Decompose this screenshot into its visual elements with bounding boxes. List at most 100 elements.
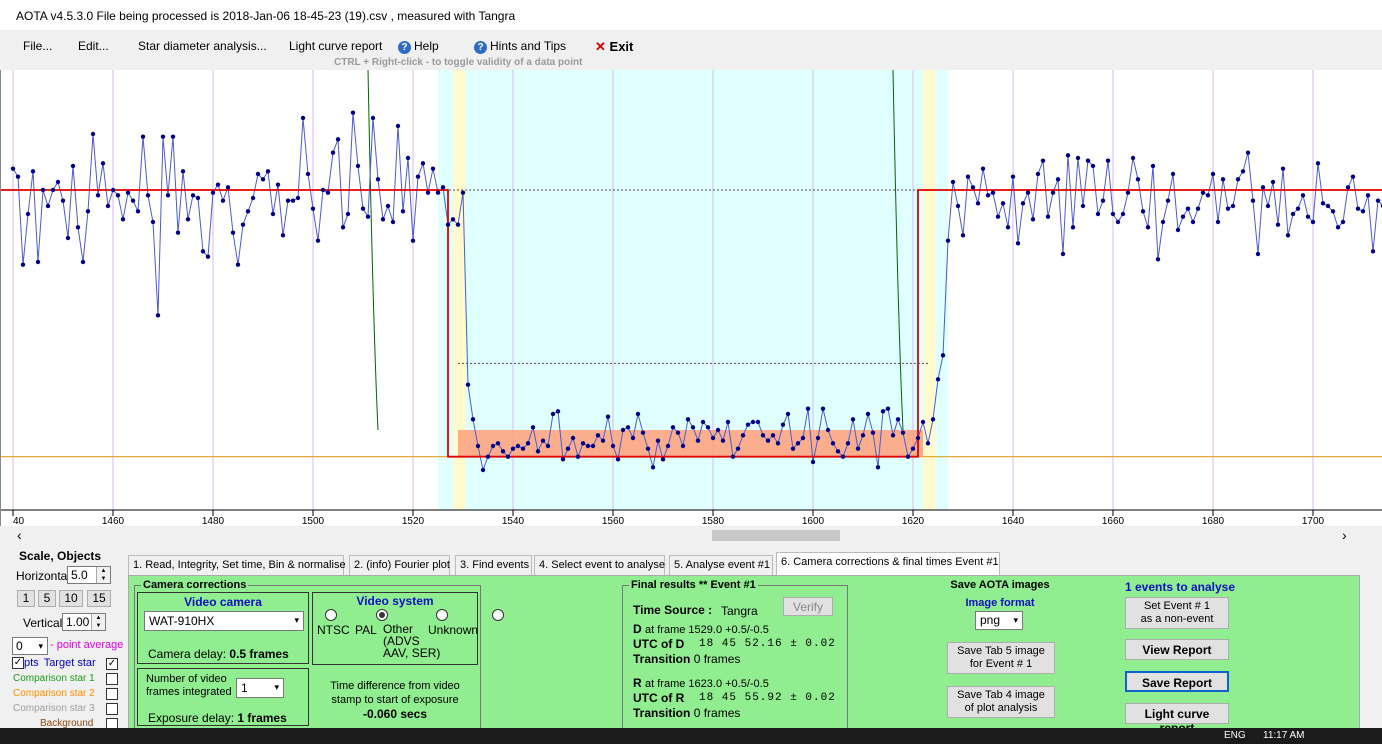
events-to-analyse-title: 1 events to analyse: [1124, 580, 1236, 594]
ntsc-label: NTSC: [317, 623, 350, 637]
view-report-button[interactable]: View Report: [1125, 639, 1229, 660]
scale-button-5[interactable]: 5: [38, 590, 56, 607]
point-average-select[interactable]: 0 ▾: [12, 637, 48, 655]
data-point: [990, 190, 996, 195]
data-point: [1285, 233, 1291, 238]
data-point: [1160, 219, 1166, 225]
tab-find-events[interactable]: 3. Find events: [455, 555, 532, 575]
data-point: [285, 198, 291, 203]
data-point: [45, 203, 51, 209]
verify-button[interactable]: Verify: [783, 597, 833, 616]
scroll-right-arrow-icon[interactable]: ›: [1342, 527, 1347, 543]
comparison-star-1-checkbox[interactable]: [106, 673, 118, 685]
data-point: [970, 185, 976, 190]
data-point: [375, 177, 381, 182]
scale-objects-title: Scale, Objects: [19, 549, 102, 563]
data-point: [355, 163, 361, 169]
data-point: [585, 443, 591, 449]
tab-camera-corrections[interactable]: 6. Camera corrections & final times Even…: [776, 552, 1000, 575]
menu-exit[interactable]: ✕ Exit: [595, 39, 633, 55]
data-point: [980, 166, 986, 171]
data-point: [145, 193, 151, 198]
scroll-thumb[interactable]: [712, 530, 840, 541]
data-point: [925, 441, 931, 446]
menu-hints[interactable]: ? Hints and Tips: [474, 39, 566, 54]
menu-edit[interactable]: Edit...: [78, 39, 109, 53]
unknown-radio[interactable]: [492, 609, 505, 621]
data-point: [595, 433, 601, 438]
data-point: [1270, 179, 1276, 185]
data-point: [950, 179, 956, 185]
menu-file[interactable]: File...: [23, 39, 52, 53]
comparison-star-3-checkbox[interactable]: [106, 703, 118, 715]
data-point: [1325, 203, 1331, 209]
clock[interactable]: 11:17 AM: [1263, 730, 1305, 741]
ntsc-radio[interactable]: [325, 609, 337, 621]
d-label: D: [633, 622, 642, 636]
light-curve-plot[interactable]: 40 1460 1480 1500 1520 1540 1560 1580 1600 1620 16…: [0, 69, 1382, 527]
r-label: R: [633, 676, 642, 690]
save-tab5-button[interactable]: Save Tab 5 image for Event # 1: [947, 642, 1055, 674]
data-point: [1010, 174, 1016, 179]
menu-light-curve-report[interactable]: Light curve report: [289, 39, 382, 53]
tab-select-event[interactable]: 4. Select event to analyse: [534, 555, 665, 575]
horizontal-scrollbar[interactable]: ‹ ›: [0, 526, 1382, 544]
vertical-scale-spinner[interactable]: 1.00 ▲ ▼: [62, 613, 106, 631]
data-point: [15, 174, 21, 179]
menu-star-diameter[interactable]: Star diameter analysis...: [138, 39, 267, 53]
frames-label-2: frames integrated: [146, 686, 232, 698]
data-point: [610, 443, 616, 449]
data-point: [1210, 171, 1216, 177]
other-radio[interactable]: [435, 609, 448, 621]
spinner-arrows-icon[interactable]: ▲ ▼: [91, 614, 105, 630]
tab-fourier-plot[interactable]: 2. (info) Fourier plot: [349, 555, 450, 575]
light-curve-report-button[interactable]: Light curve report: [1125, 703, 1229, 735]
spinner-arrows-icon[interactable]: ▲ ▼: [96, 567, 110, 583]
scale-button-15[interactable]: 15: [87, 590, 111, 607]
pts-checkbox[interactable]: ✓: [12, 657, 24, 670]
menu-exit-label: Exit: [609, 39, 634, 54]
data-point: [1320, 201, 1326, 206]
tab-analyse-event[interactable]: 5. Analyse event #1: [669, 555, 773, 575]
data-point: [250, 195, 256, 201]
data-point: [750, 419, 756, 425]
data-point: [790, 446, 796, 451]
pal-radio[interactable]: [376, 609, 389, 621]
image-format-select[interactable]: png ▾: [975, 611, 1023, 630]
language-indicator[interactable]: ENG: [1224, 730, 1246, 741]
data-point: [1045, 214, 1051, 219]
set-non-event-button[interactable]: Set Event # 1 as a non-event: [1125, 597, 1229, 629]
data-point: [920, 419, 926, 425]
target-star-checkbox[interactable]: ✓: [106, 658, 118, 670]
data-point: [540, 438, 546, 443]
save-report-button[interactable]: Save Report: [1125, 671, 1229, 692]
menu-help[interactable]: ? Help: [398, 39, 439, 54]
data-point: [1355, 206, 1361, 211]
exposure-delay: Exposure delay: 1 frames: [148, 711, 287, 725]
set-event-label-1: Set Event # 1: [1143, 600, 1211, 612]
save-tab4-button[interactable]: Save Tab 4 image of plot analysis: [947, 686, 1055, 718]
data-point: [295, 195, 301, 201]
frames-integrated-select[interactable]: 1 ▾: [236, 678, 284, 698]
x-tick-label: 1460: [102, 516, 125, 526]
data-point: [560, 457, 566, 462]
scale-button-10[interactable]: 10: [59, 590, 83, 607]
target-star-row[interactable]: ✓ pts Target star: [12, 657, 96, 670]
camera-value: WAT-910HX: [149, 614, 215, 628]
data-point: [425, 190, 431, 195]
data-point: [555, 409, 561, 414]
data-point: [10, 166, 16, 171]
data-point: [245, 209, 251, 214]
scroll-left-arrow-icon[interactable]: ‹: [17, 527, 22, 543]
tab-read-integrity[interactable]: 1. Read, Integrity, Set time, Bin & norm…: [128, 555, 346, 575]
data-point: [1350, 174, 1356, 179]
data-point: [1265, 203, 1271, 209]
other-label-3: AAV, SER): [383, 646, 441, 660]
scale-button-1[interactable]: 1: [17, 590, 35, 607]
data-point: [730, 454, 736, 459]
light-curve-chart[interactable]: 40 1460 1480 1500 1520 1540 1560 1580 1600 1620 16…: [1, 69, 1382, 527]
horizontal-scale-spinner[interactable]: 5.0 ▲ ▼: [67, 566, 111, 584]
camera-select[interactable]: WAT-910HX ▾: [144, 611, 304, 631]
comparison-star-2-checkbox[interactable]: [106, 688, 118, 700]
camera-delay: Camera delay: 0.5 frames: [148, 647, 289, 661]
